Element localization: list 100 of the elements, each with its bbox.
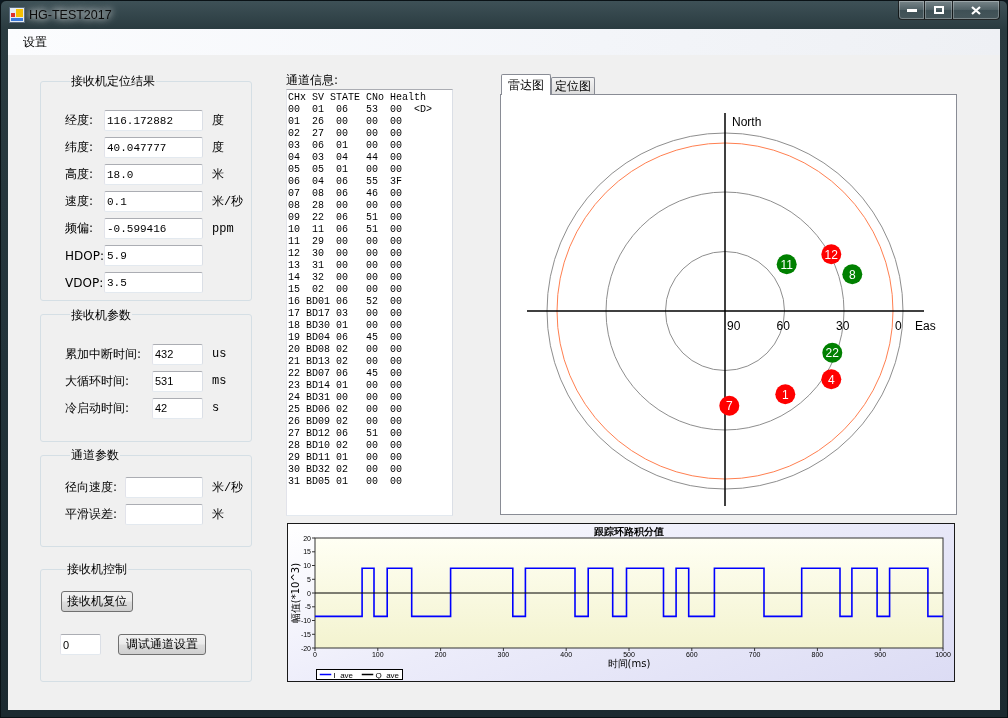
table-cell: 05	[312, 164, 324, 176]
unit-label: 米	[212, 507, 224, 524]
table-cell: 00	[390, 236, 402, 248]
satellite-number: 22	[825, 346, 839, 361]
table-cell: 00	[366, 140, 378, 152]
unit-label: 度	[212, 140, 224, 156]
table-cell: BD01	[306, 296, 330, 308]
column-header: CNo	[366, 92, 384, 104]
table-cell: 00	[390, 284, 402, 296]
input-field[interactable]: 5.9	[104, 245, 203, 266]
table-cell: 02	[336, 404, 348, 416]
input-field[interactable]: -0.599416	[104, 218, 203, 239]
table-cell: 00	[390, 188, 402, 200]
input-field[interactable]	[125, 477, 203, 499]
table-cell: 01	[336, 164, 348, 176]
table-cell: 06	[336, 224, 348, 236]
table-cell: 27	[288, 428, 300, 440]
axis-title: 时间(ms)	[607, 658, 651, 669]
input-field[interactable]: 40.047777	[104, 137, 203, 158]
unit-label: ppm	[212, 221, 234, 236]
table-cell: 01	[336, 476, 348, 488]
table-cell: 02	[336, 344, 348, 356]
table-cell: 00	[390, 260, 402, 272]
table-cell: 21	[288, 356, 300, 368]
input-field[interactable]: 531	[152, 370, 203, 392]
table-cell: 00	[366, 344, 378, 356]
table-cell: 52	[366, 296, 378, 308]
table-cell: 00	[366, 416, 378, 428]
table-cell: 17	[288, 308, 300, 320]
table-cell: 20	[288, 344, 300, 356]
table-cell: BD10	[306, 440, 330, 452]
table-cell: 00	[366, 164, 378, 176]
group-title: 接收机定位结果	[70, 74, 156, 88]
table-cell: 06	[288, 176, 300, 188]
channel-number-field[interactable]: 0	[60, 634, 101, 656]
table-cell: BD09	[306, 416, 330, 428]
channel-info-label: 通道信息:	[286, 73, 339, 87]
group-title: 接收机参数	[70, 307, 132, 322]
unit-label: ms	[212, 374, 227, 389]
field-label: 高度:	[65, 166, 95, 183]
field-label: 平滑误差:	[65, 506, 119, 524]
column-header: CHx	[288, 92, 306, 104]
table-cell: 00	[390, 476, 402, 488]
maximize-button[interactable]	[925, 0, 953, 20]
unit-label: 米/秒	[212, 480, 244, 497]
satellite-number: 12	[824, 247, 838, 262]
table-cell: 00	[366, 308, 378, 320]
minimize-button[interactable]	[898, 0, 925, 20]
table-cell: BD14	[306, 380, 330, 392]
table-cell: 51	[366, 212, 378, 224]
table-cell: 00	[390, 320, 402, 332]
table-cell: 00	[390, 332, 402, 344]
tab[interactable]: 定位图	[551, 77, 595, 94]
ring-label: 0	[895, 319, 902, 333]
minimize-icon	[906, 8, 917, 12]
satellite-number: 7	[725, 399, 733, 414]
table-cell: 10	[288, 224, 300, 236]
input-field[interactable]: 42	[152, 397, 203, 419]
table-cell: 00	[336, 248, 348, 260]
input-field[interactable]: 18.0	[104, 164, 203, 185]
input-field[interactable]	[125, 504, 203, 526]
table-cell: 00	[390, 344, 402, 356]
table-cell: 08	[312, 188, 324, 200]
table-cell: 53	[366, 104, 378, 116]
table-cell: 00	[366, 320, 378, 332]
table-cell: 00	[366, 476, 378, 488]
table-cell: 06	[336, 212, 348, 224]
table-cell: 00	[336, 272, 348, 284]
table-cell: BD08	[306, 344, 330, 356]
table-cell: 00	[366, 236, 378, 248]
table-cell: 27	[312, 128, 324, 140]
table-cell: 00	[390, 368, 402, 380]
table-cell: 05	[288, 164, 300, 176]
table-cell: 00	[366, 452, 378, 464]
input-field[interactable]: 0.1	[104, 191, 203, 212]
input-field[interactable]: 116.172882	[104, 110, 203, 131]
reset-button[interactable]: 接收机复位	[61, 591, 133, 613]
channel-debug-button[interactable]: 调试通道设置	[118, 634, 206, 656]
table-cell: 01	[288, 116, 300, 128]
table-cell: 00	[390, 116, 402, 128]
table-cell: 00	[390, 272, 402, 284]
input-field[interactable]: 432	[152, 343, 203, 365]
field-label: 径向速度:	[65, 479, 119, 497]
close-button[interactable]	[953, 0, 1000, 20]
tab[interactable]: 雷达图	[501, 74, 551, 95]
input-field[interactable]: 3.5	[104, 272, 203, 293]
table-cell: BD12	[306, 428, 330, 440]
table-cell: 06	[336, 368, 348, 380]
close-icon	[971, 5, 981, 15]
table-cell: 00	[336, 284, 348, 296]
field-label: 冷启动时间:	[65, 399, 131, 417]
table-cell: 00	[336, 200, 348, 212]
menu-item[interactable]: 设置	[16, 32, 54, 52]
field-label: 大循环时间:	[65, 372, 131, 390]
table-cell: BD04	[306, 332, 330, 344]
table-cell: 00	[390, 452, 402, 464]
field-label: 累加中断时间:	[65, 345, 143, 363]
table-cell: 30	[288, 464, 300, 476]
table-cell: 00	[390, 416, 402, 428]
table-cell: 00	[366, 260, 378, 272]
